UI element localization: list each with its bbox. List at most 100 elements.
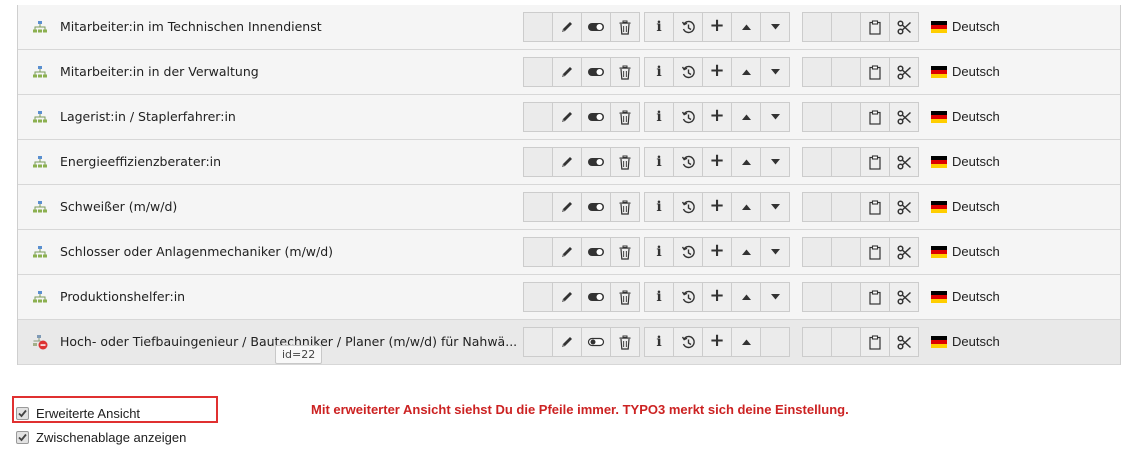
copy-button[interactable] [860,102,890,132]
move-up-button[interactable] [731,192,761,222]
clipboard-checkbox[interactable] [16,430,29,444]
info-button[interactable]: i [644,102,674,132]
move-up-button[interactable] [731,57,761,87]
cut-button[interactable] [889,237,919,267]
new-page-button[interactable]: + [702,327,732,357]
delete-button[interactable] [610,327,640,357]
sitemap-page-icon[interactable] [32,154,48,170]
cut-button[interactable] [889,192,919,222]
hide-button[interactable] [581,282,611,312]
page-title-link[interactable]: Schweißer (m/w/d) [60,199,177,214]
sitemap-page-icon[interactable] [32,64,48,80]
unhide-button[interactable] [581,327,611,357]
new-page-button[interactable]: + [702,237,732,267]
move-up-button[interactable] [731,327,761,357]
cut-button[interactable] [889,327,919,357]
info-button[interactable]: i [644,282,674,312]
move-up-button[interactable] [731,147,761,177]
cut-button[interactable] [889,12,919,42]
delete-button[interactable] [610,147,640,177]
sitemap-page-hidden-icon[interactable] [32,334,48,350]
hide-button[interactable] [581,147,611,177]
info-button[interactable]: i [644,192,674,222]
copy-button[interactable] [860,237,890,267]
move-down-button[interactable] [760,282,790,312]
page-title-link[interactable]: Produktionshelfer:in [60,289,185,304]
sitemap-page-icon[interactable] [32,109,48,125]
info-button[interactable]: i [644,327,674,357]
history-button[interactable] [673,57,703,87]
hide-button[interactable] [581,12,611,42]
new-page-button[interactable]: + [702,57,732,87]
move-up-button[interactable] [731,102,761,132]
info-button[interactable]: i [644,147,674,177]
hide-button[interactable] [581,237,611,267]
new-page-button[interactable]: + [702,147,732,177]
edit-button[interactable] [552,102,582,132]
history-button[interactable] [673,327,703,357]
page-title-link[interactable]: Lagerist:in / Staplerfahrer:in [60,109,236,124]
info-button[interactable]: i [644,12,674,42]
delete-button[interactable] [610,57,640,87]
page-title-link[interactable]: Schlosser oder Anlagenmechaniker (m/w/d) [60,244,333,259]
history-button[interactable] [673,102,703,132]
delete-button[interactable] [610,282,640,312]
move-down-button[interactable] [760,57,790,87]
clipboard-option[interactable]: Zwischenablage anzeigen [16,427,186,447]
move-up-button[interactable] [731,237,761,267]
edit-button[interactable] [552,327,582,357]
history-button[interactable] [673,192,703,222]
page-title-link[interactable]: Mitarbeiter:in im Technischen Innendiens… [60,19,322,34]
move-up-button[interactable] [731,12,761,42]
move-down-button[interactable] [760,147,790,177]
sitemap-page-icon[interactable] [32,199,48,215]
edit-button[interactable] [552,192,582,222]
delete-button[interactable] [610,192,640,222]
copy-button[interactable] [860,147,890,177]
copy-button[interactable] [860,12,890,42]
toggle-icon [587,291,605,303]
edit-button[interactable] [552,12,582,42]
extended-view-option[interactable]: Erweiterte Ansicht [16,403,186,423]
new-page-button[interactable]: + [702,282,732,312]
sitemap-page-icon[interactable] [32,19,48,35]
history-button[interactable] [673,147,703,177]
copy-button[interactable] [860,192,890,222]
move-down-button[interactable] [760,102,790,132]
copy-button[interactable] [860,282,890,312]
sitemap-page-icon[interactable] [32,289,48,305]
history-button[interactable] [673,237,703,267]
new-page-button[interactable]: + [702,102,732,132]
history-button[interactable] [673,282,703,312]
page-title-link[interactable]: Energieeffizienzberater:in [60,154,221,169]
move-up-button[interactable] [731,282,761,312]
sitemap-page-icon[interactable] [32,244,48,260]
move-down-button[interactable] [760,237,790,267]
history-button[interactable] [673,12,703,42]
page-title-link[interactable]: Mitarbeiter:in in der Verwaltung [60,64,259,79]
hide-button[interactable] [581,57,611,87]
empty-action-slot [760,327,790,357]
delete-button[interactable] [610,12,640,42]
hide-button[interactable] [581,102,611,132]
cut-button[interactable] [889,102,919,132]
info-button[interactable]: i [644,57,674,87]
copy-button[interactable] [860,57,890,87]
extended-view-checkbox[interactable] [16,406,29,420]
move-down-button[interactable] [760,192,790,222]
edit-button[interactable] [552,147,582,177]
delete-button[interactable] [610,102,640,132]
new-page-button[interactable]: + [702,12,732,42]
edit-button[interactable] [552,282,582,312]
edit-button[interactable] [552,237,582,267]
move-down-button[interactable] [760,12,790,42]
cut-button[interactable] [889,282,919,312]
hide-button[interactable] [581,192,611,222]
cut-button[interactable] [889,147,919,177]
copy-button[interactable] [860,327,890,357]
cut-button[interactable] [889,57,919,87]
edit-button[interactable] [552,57,582,87]
delete-button[interactable] [610,237,640,267]
new-page-button[interactable]: + [702,192,732,222]
info-button[interactable]: i [644,237,674,267]
